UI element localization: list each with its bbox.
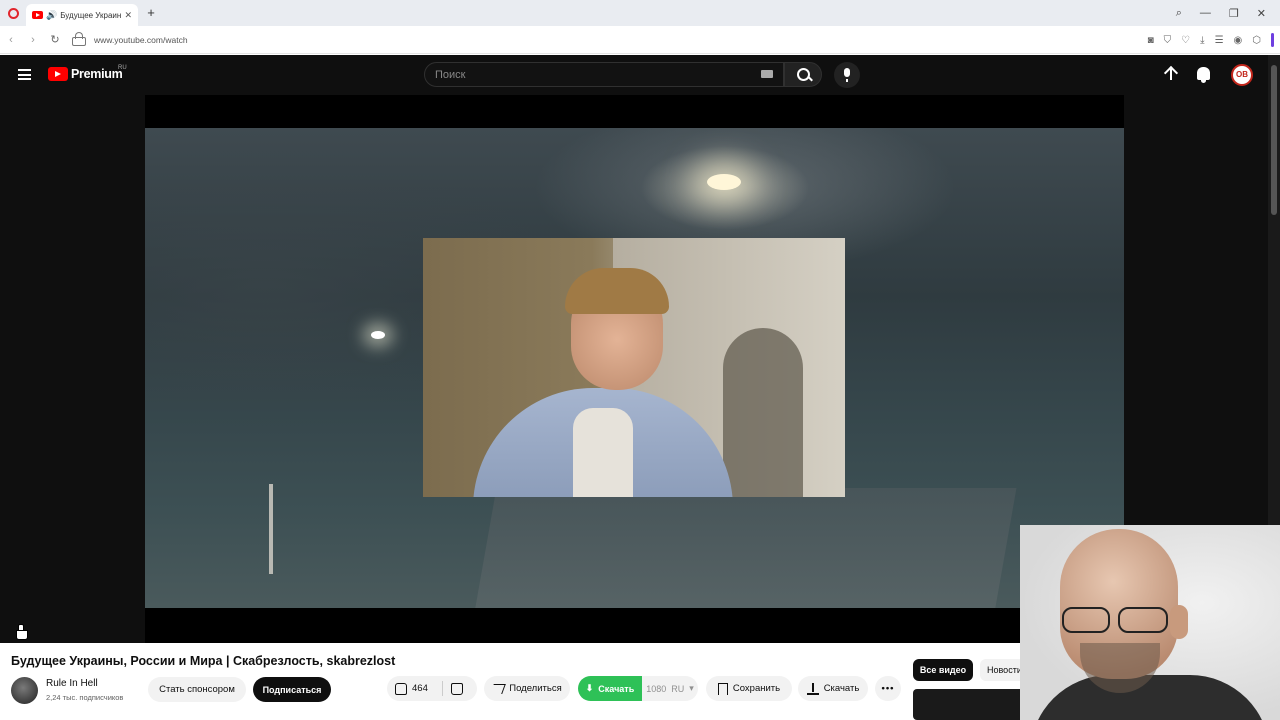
speaker-shirt <box>573 408 633 497</box>
speaker-hair <box>565 268 669 314</box>
thumbs-up-icon[interactable] <box>395 682 407 695</box>
fence-post <box>269 484 273 574</box>
channel-name[interactable]: Rule In Hell <box>46 678 98 689</box>
back-icon[interactable]: ‹ <box>0 34 22 46</box>
share-label: Поделиться <box>509 683 562 694</box>
download-green-label: Скачать <box>598 683 635 694</box>
browser-tab-bar: 🔊 Будущее Украины, Р ✕ + ⌕ — ❐ ✕ <box>0 0 1280 26</box>
recommended-video-thumbnail[interactable] <box>913 689 1033 720</box>
road-scene <box>473 488 1017 608</box>
join-sponsor-button[interactable]: Стать спонсором <box>148 677 246 702</box>
resolution-value: 1080 <box>646 683 667 694</box>
shadow <box>723 328 803 497</box>
hamburger-menu-icon[interactable] <box>18 69 31 80</box>
like-dislike-group: 464 <box>387 676 477 701</box>
mouse-cursor-icon <box>16 624 28 640</box>
heart-icon[interactable]: ♡ <box>1181 35 1190 46</box>
search-input[interactable] <box>425 63 745 86</box>
address-bar-tools: ◙ ⛉ ♡ ⤓ ☰ ◉ ⬡ <box>1148 26 1274 54</box>
subscriber-count: 2,24 тыс. подписчиков <box>46 693 124 702</box>
notifications-bell-icon[interactable] <box>1197 67 1210 83</box>
download-resolution-select[interactable]: 1080 RU ▾ <box>642 676 698 701</box>
upload-icon[interactable] <box>1163 67 1179 83</box>
video-player[interactable] <box>145 95 1124 643</box>
scrollbar-thumb[interactable] <box>1271 65 1277 215</box>
restore-button[interactable]: ❐ <box>1229 7 1239 20</box>
download-extension-button[interactable]: ⬇ Скачать <box>578 676 642 701</box>
menu-list-icon[interactable]: ☰ <box>1215 35 1224 46</box>
logo-text: Premium <box>71 67 123 81</box>
lock-icon[interactable] <box>72 32 86 46</box>
close-window-button[interactable]: ✕ <box>1257 7 1266 20</box>
channel-avatar[interactable] <box>11 677 38 704</box>
glasses-left-lens <box>1062 607 1110 633</box>
video-frame <box>145 128 1124 608</box>
opera-logo-icon[interactable] <box>4 4 22 22</box>
extensions-icon[interactable]: ⬡ <box>1252 35 1261 46</box>
bookmark-icon <box>717 682 728 695</box>
chevron-down-icon: ▾ <box>689 683 694 693</box>
browser-tab[interactable]: 🔊 Будущее Украины, Р ✕ <box>26 4 138 26</box>
minimize-button[interactable]: — <box>1200 7 1211 19</box>
speaker-icon[interactable]: 🔊 <box>46 10 57 21</box>
divider <box>442 681 443 696</box>
browser-search-icon[interactable]: ⌕ <box>1176 7 1182 20</box>
streamer-ear <box>1170 605 1188 639</box>
voice-search-mic-icon[interactable] <box>834 62 860 88</box>
like-count[interactable]: 464 <box>412 683 428 694</box>
download-label: Скачать <box>823 683 860 694</box>
youtube-logo-icon <box>48 67 68 81</box>
download-icon <box>806 682 819 695</box>
webcam-overlay <box>1020 525 1280 720</box>
share-button[interactable]: Поделиться <box>484 676 570 701</box>
reload-icon[interactable]: ↻ <box>44 33 66 46</box>
youtube-header: Premium RU ОВ <box>0 55 1268 95</box>
distant-light <box>371 331 385 339</box>
download-button[interactable]: Скачать <box>798 676 868 701</box>
embedded-speaker-video <box>423 238 845 497</box>
camera-icon[interactable]: ◙ <box>1148 35 1154 46</box>
street-lamp <box>707 174 741 190</box>
youtube-premium-logo[interactable]: Premium RU <box>48 65 127 81</box>
video-title: Будущее Украины, России и Мира | Скабрез… <box>11 654 396 668</box>
share-icon <box>490 683 507 694</box>
shield-icon[interactable]: ⛉ <box>1164 35 1172 46</box>
download-arrow-icon: ⬇ <box>585 683 594 693</box>
window-controls: ⌕ — ❐ ✕ <box>1176 0 1280 26</box>
address-bar: ‹ › ↻ www.youtube.com/watch ◙ ⛉ ♡ ⤓ ☰ ◉ … <box>0 26 1280 54</box>
url-field[interactable]: www.youtube.com/watch <box>94 35 188 45</box>
resolution-region: RU <box>671 683 685 694</box>
sidebar-accent-bar[interactable] <box>1271 33 1274 47</box>
thumbs-down-icon[interactable] <box>451 683 463 695</box>
glasses-right-lens <box>1118 607 1168 633</box>
youtube-favicon-icon <box>32 11 43 19</box>
new-tab-button[interactable]: + <box>144 6 158 20</box>
subscribe-button[interactable]: Подписаться <box>253 677 331 702</box>
more-actions-button[interactable]: ••• <box>875 676 901 701</box>
keyboard-icon[interactable] <box>761 70 773 78</box>
tab-title: Будущее Украины, Р <box>60 10 122 20</box>
save-button[interactable]: Сохранить <box>706 676 792 701</box>
forward-icon[interactable]: › <box>22 34 44 46</box>
save-label: Сохранить <box>732 683 781 694</box>
logo-region: RU <box>118 65 127 71</box>
downloads-icon[interactable]: ⤓ <box>1200 35 1204 46</box>
close-tab-icon[interactable]: ✕ <box>124 10 132 21</box>
chip-all-videos[interactable]: Все видео <box>913 659 973 681</box>
screen: 🔊 Будущее Украины, Р ✕ + ⌕ — ❐ ✕ ‹ › ↻ w… <box>0 0 1280 720</box>
account-avatar[interactable]: ОВ <box>1231 64 1253 86</box>
search-box <box>424 62 784 87</box>
search-button[interactable] <box>784 62 822 87</box>
profile-icon[interactable]: ◉ <box>1234 35 1243 46</box>
streamer-body <box>1030 675 1270 720</box>
